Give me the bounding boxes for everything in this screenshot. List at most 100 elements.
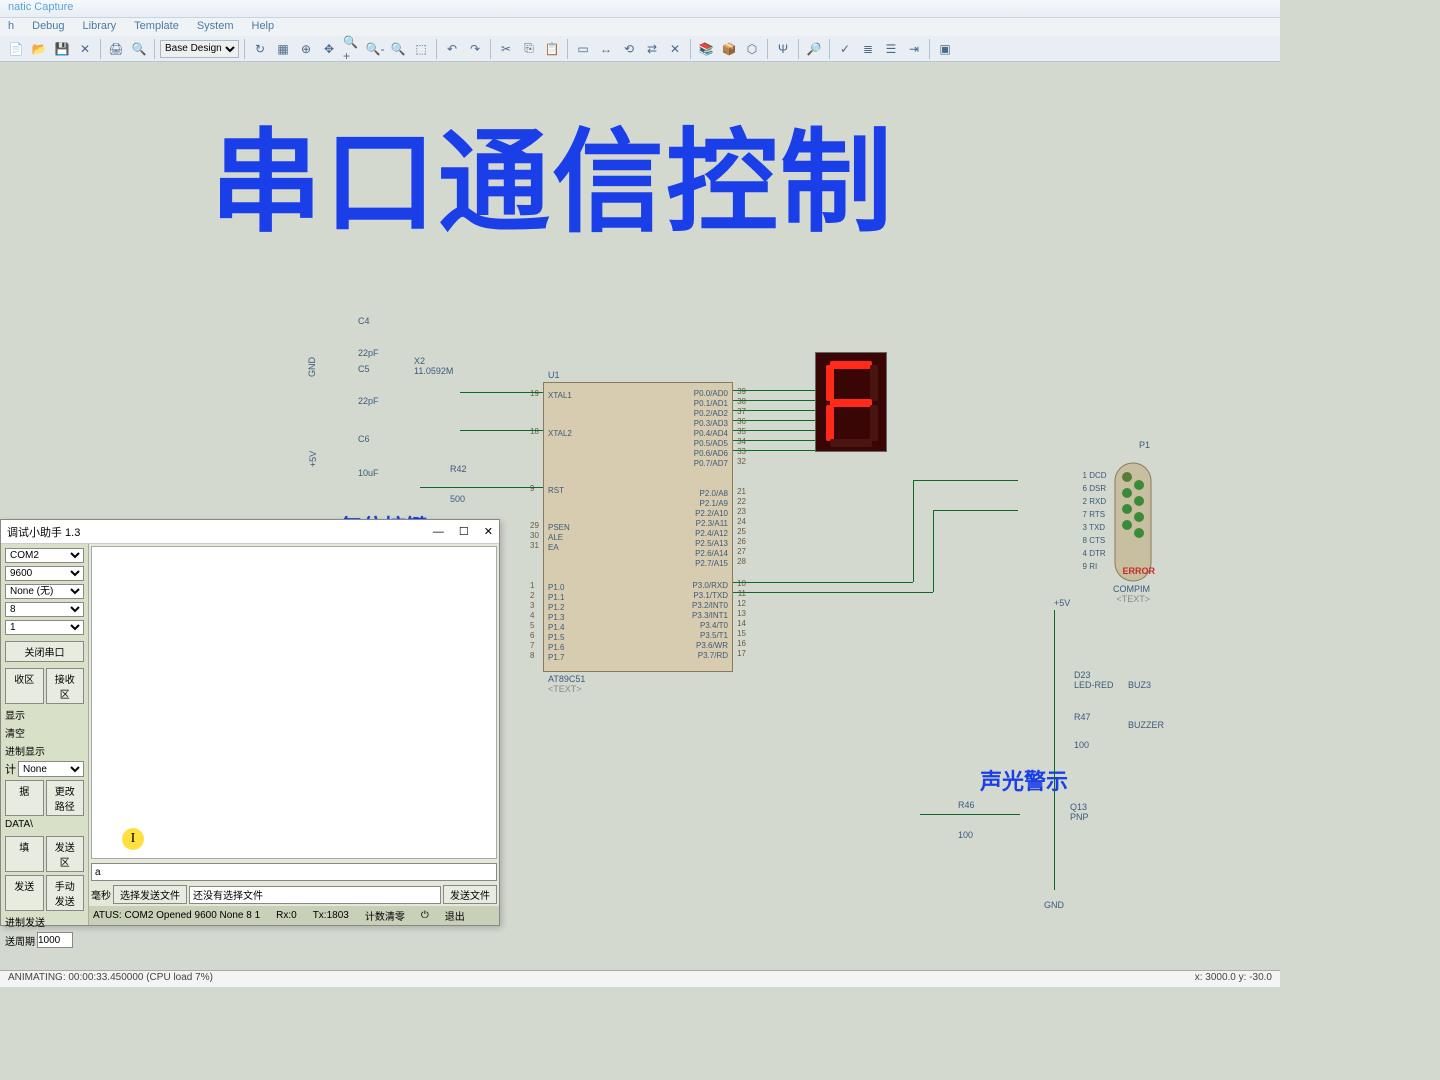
manual-send-button[interactable]: 手动发送 bbox=[46, 875, 85, 911]
pin-num-33: 33 bbox=[737, 447, 746, 456]
databits-select[interactable]: 8 bbox=[5, 602, 84, 617]
rotate-icon[interactable]: ⟲ bbox=[619, 39, 639, 59]
rx-area-button[interactable]: 收区 bbox=[5, 668, 44, 704]
export-icon[interactable]: ⇥ bbox=[904, 39, 924, 59]
stat-select[interactable]: None bbox=[18, 761, 84, 777]
p1-name: P1 bbox=[1139, 440, 1150, 450]
close-icon[interactable]: ✕ bbox=[75, 39, 95, 59]
origin-icon[interactable]: ⊕ bbox=[296, 39, 316, 59]
u1-part: AT89C51 bbox=[548, 674, 585, 684]
send-file-button[interactable]: 发送文件 bbox=[443, 885, 497, 904]
conn-pin-CTS: 8 CTS bbox=[1079, 536, 1105, 545]
pin-num-39: 39 bbox=[737, 387, 746, 396]
delete-icon[interactable]: ✕ bbox=[665, 39, 685, 59]
pin-num-6: 6 bbox=[530, 631, 534, 640]
p1-text: <TEXT> bbox=[1116, 594, 1150, 604]
pin-num-14: 14 bbox=[737, 619, 746, 628]
library-icon[interactable]: 📚 bbox=[696, 39, 716, 59]
block-icon[interactable]: ▭ bbox=[573, 39, 593, 59]
menu-library[interactable]: Library bbox=[83, 20, 117, 34]
pin-num-7: 7 bbox=[530, 641, 534, 650]
schematic-canvas[interactable]: 串口通信控制 复位控键 声光警示 XTAL119XTAL218RST9PSEN2… bbox=[0, 62, 1280, 967]
power-icon: ⏻ bbox=[421, 910, 429, 921]
pin-num-22: 22 bbox=[737, 497, 746, 506]
counter-clear-button[interactable]: 计数清零 bbox=[365, 908, 405, 923]
pin-num-28: 28 bbox=[737, 557, 746, 566]
rx-textarea[interactable] bbox=[91, 546, 497, 859]
paste-icon[interactable]: 📋 bbox=[542, 39, 562, 59]
serial-titlebar[interactable]: 调试小助手 1.3 — ☐ ✕ bbox=[1, 520, 499, 544]
close-port-button[interactable]: 关闭串口 bbox=[5, 641, 84, 662]
netlist-icon[interactable]: ≣ bbox=[858, 39, 878, 59]
open-icon[interactable]: 📂 bbox=[29, 39, 49, 59]
pin-num-29: 29 bbox=[530, 521, 539, 530]
mirror-icon[interactable]: ⇄ bbox=[642, 39, 662, 59]
mcu-pin-ALE: ALE bbox=[548, 533, 563, 542]
data-button[interactable]: 据 bbox=[5, 780, 44, 816]
mcu-pin-P1-7: P1.7 bbox=[548, 653, 564, 662]
pan-icon[interactable]: ✥ bbox=[319, 39, 339, 59]
baud-select[interactable]: 9600 bbox=[5, 566, 84, 581]
design-selector[interactable]: Base Design bbox=[160, 40, 239, 58]
pin-num-36: 36 bbox=[737, 417, 746, 426]
tx-area-button[interactable]: 发送区 bbox=[46, 836, 85, 872]
menu-debug[interactable]: Debug bbox=[32, 20, 64, 34]
copy-icon[interactable]: ⎘ bbox=[519, 39, 539, 59]
mcu-u1[interactable]: XTAL119XTAL218RST9PSEN29ALE30EA31P1.01P1… bbox=[543, 382, 733, 672]
period-input[interactable] bbox=[37, 932, 73, 948]
close-window-icon[interactable]: ✕ bbox=[484, 526, 493, 538]
menu-template[interactable]: Template bbox=[134, 20, 179, 34]
serial-tool-window[interactable]: 调试小助手 1.3 — ☐ ✕ COM2 9600 None (无) 8 1 关… bbox=[0, 519, 500, 926]
tx-input[interactable] bbox=[91, 863, 497, 881]
refresh-icon[interactable]: ↻ bbox=[250, 39, 270, 59]
mcu-pin-RST: RST bbox=[548, 486, 564, 495]
conn-pin-RTS: 7 RTS bbox=[1079, 510, 1105, 519]
connector-p1[interactable]: 1 DCD6 DSR2 RXD7 RTS3 TXD8 CTS4 DTR9 RI bbox=[1075, 457, 1155, 597]
zoom-out-icon[interactable]: 🔍- bbox=[365, 39, 385, 59]
menu-help[interactable]: Help bbox=[252, 20, 275, 34]
zoom-area-icon[interactable]: ⬚ bbox=[411, 39, 431, 59]
seven-segment-display[interactable] bbox=[815, 352, 887, 452]
wire-icon[interactable]: Ψ bbox=[773, 39, 793, 59]
pin-num-38: 38 bbox=[737, 397, 746, 406]
preview-icon[interactable]: 🔍 bbox=[129, 39, 149, 59]
mcu-pin-P1-5: P1.5 bbox=[548, 633, 564, 642]
hex-show-label: 进制显示 bbox=[5, 743, 84, 758]
rx-button[interactable]: 接收区 bbox=[46, 668, 85, 704]
zoom-all-icon[interactable]: 🔍 bbox=[388, 39, 408, 59]
bom-icon[interactable]: ☰ bbox=[881, 39, 901, 59]
menu-system[interactable]: System bbox=[197, 20, 234, 34]
stopbits-select[interactable]: 1 bbox=[5, 620, 84, 635]
port-select[interactable]: COM2 bbox=[5, 548, 84, 563]
parity-select[interactable]: None (无) bbox=[5, 584, 84, 599]
move-icon[interactable]: ↔ bbox=[596, 39, 616, 59]
new-icon[interactable]: 📄 bbox=[6, 39, 26, 59]
undo-icon[interactable]: ↶ bbox=[442, 39, 462, 59]
decompose-icon[interactable]: ⬡ bbox=[742, 39, 762, 59]
pin-num-34: 34 bbox=[737, 437, 746, 446]
search-icon[interactable]: 🔎 bbox=[804, 39, 824, 59]
menu-h[interactable]: h bbox=[8, 20, 14, 34]
drc-icon[interactable]: ✓ bbox=[835, 39, 855, 59]
print-icon[interactable]: 🖨 bbox=[106, 39, 126, 59]
cut-icon[interactable]: ✂ bbox=[496, 39, 516, 59]
maximize-icon[interactable]: ☐ bbox=[459, 526, 469, 538]
grid-icon[interactable]: ▦ bbox=[273, 39, 293, 59]
c5-val: 22pF bbox=[358, 396, 379, 406]
conn-pin-DCD: 1 DCD bbox=[1079, 471, 1107, 480]
redo-icon[interactable]: ↷ bbox=[465, 39, 485, 59]
clear-label: 清空 bbox=[5, 725, 84, 740]
path-button[interactable]: 更改路径 bbox=[46, 780, 85, 816]
save-icon[interactable]: 💾 bbox=[52, 39, 72, 59]
fill-button[interactable]: 填 bbox=[5, 836, 44, 872]
arena-icon[interactable]: ▣ bbox=[935, 39, 955, 59]
q13-part: PNP bbox=[1070, 812, 1089, 822]
zoom-in-icon[interactable]: 🔍+ bbox=[342, 39, 362, 59]
choose-file-button[interactable]: 选择发送文件 bbox=[113, 885, 187, 904]
send-button[interactable]: 发送 bbox=[5, 875, 44, 911]
exit-button[interactable]: 退出 bbox=[445, 908, 465, 923]
mcu-pin-P2-1-A9: P2.1/A9 bbox=[700, 499, 728, 508]
pin-num-12: 12 bbox=[737, 599, 746, 608]
minimize-icon[interactable]: — bbox=[433, 526, 444, 538]
package-icon[interactable]: 📦 bbox=[719, 39, 739, 59]
